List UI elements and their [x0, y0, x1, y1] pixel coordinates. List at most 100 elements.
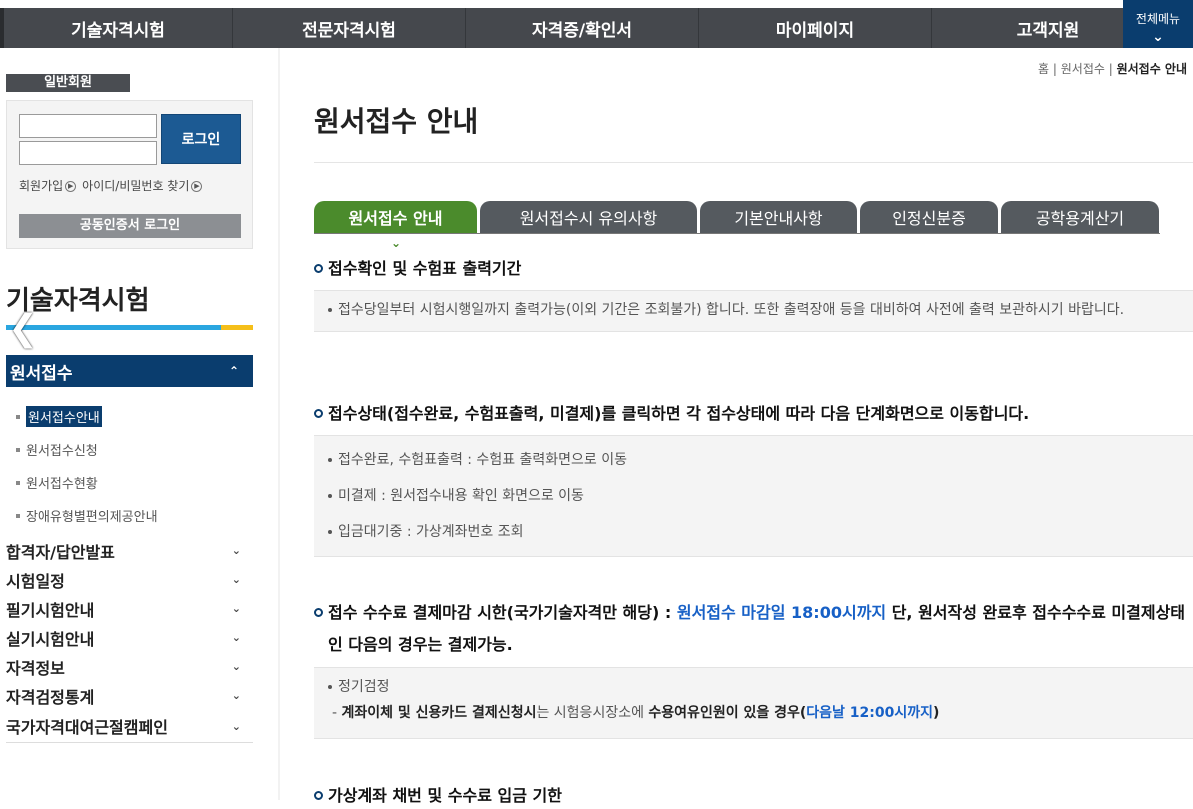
submenu-item-application-guide[interactable]: 원서접수안내: [16, 400, 158, 433]
top-navigation: 기술자격시험 전문자격시험 자격증/확인서 마이페이지 고객지원 전체메뉴 ⌄: [0, 0, 1193, 48]
list-item: 입금대기중 : 가상계좌번호 조회: [328, 514, 1179, 550]
signup-label: 회원가입: [19, 179, 64, 193]
tab-pointer-icon: ⌄: [391, 236, 402, 250]
sidebar-item-label: 원서접수: [10, 363, 73, 384]
circle-bullet-icon: [314, 409, 323, 418]
list-subitem: - 계좌이체 및 신용카드 결제신청시는 시험응시장소에 수용여유인원이 있을 …: [328, 702, 1179, 728]
tab-id-card[interactable]: 인정신분증: [860, 201, 998, 233]
find-account-link[interactable]: 아이디/비밀번호 찾기 ▶: [82, 177, 203, 194]
sidebar-item-schedule[interactable]: 시험일정 ⌄: [6, 565, 253, 594]
arrow-right-icon: ▶: [65, 181, 77, 192]
breadcrumb-home[interactable]: 홈: [1038, 62, 1049, 76]
divider: [314, 162, 1193, 163]
chevron-up-icon: ⌃: [228, 364, 239, 378]
sidebar-item-written-exam[interactable]: 필기시험안내 ⌄: [6, 594, 253, 623]
sidebar-menu-list: 합격자/답안발표 ⌄ 시험일정 ⌄ 필기시험안내 ⌄ 실기시험안내 ⌄ 자격정보 ⌄ 자격…: [6, 536, 253, 743]
text-part: ): [932, 705, 940, 721]
list-item-text: 정기검정: [338, 679, 390, 695]
sidebar-item-label: 필기시험안내: [6, 600, 95, 620]
sidebar-item-label: 자격정보: [6, 658, 65, 678]
submenu-item-application-status[interactable]: 원서접수현황: [16, 466, 158, 499]
back-arrow-icon[interactable]: ❮: [8, 311, 38, 352]
list-item: 미결제 : 원서접수내용 확인 화면으로 이동: [328, 478, 1179, 514]
chevron-down-icon: ⌄: [231, 573, 241, 586]
nav-technical-exam[interactable]: 기술자격시험: [0, 8, 233, 48]
section-body: 접수완료, 수험표출력 : 수험표 출력화면으로 이동 미결제 : 원서접수내용…: [314, 435, 1193, 557]
member-tab[interactable]: 일반회원: [6, 74, 130, 92]
chevron-down-icon: ⌄: [231, 660, 241, 673]
signup-link[interactable]: 회원가입 ▶: [19, 177, 77, 194]
dot-icon: [328, 494, 332, 498]
section-virtual-account: 가상계좌 채번 및 수수료 입금 기한: [314, 782, 1193, 809]
sidebar-item-results[interactable]: 합격자/답안발표 ⌄: [6, 536, 253, 565]
user-id-input[interactable]: [19, 114, 157, 138]
login-links: 회원가입 ▶ 아이디/비밀번호 찾기 ▶: [19, 177, 203, 194]
breadcrumb: 홈 | 원서접수 | 원서접수 안내: [1038, 62, 1187, 76]
list-item-text: 접수당일부터 시험시행일까지 출력가능(이외 기간은 조회불가) 합니다. 또한…: [338, 302, 1125, 318]
section-payment-deadline: 접수 수수료 결제마감 시한(국가기술자격만 해당) : 원서접수 마감일 18…: [314, 597, 1193, 739]
chevron-down-icon: ⌄: [231, 602, 241, 615]
password-input[interactable]: [19, 141, 157, 165]
section-heading: 접수확인 및 수험표 출력기간: [314, 255, 1193, 282]
time-highlight: 다음날 12:00시까지: [806, 705, 933, 721]
chevron-down-icon: ⌄: [1152, 28, 1164, 45]
sidebar-item-label: 합격자/답안발표: [6, 542, 115, 562]
sidebar-item-label: 국가자격대여근절캠페인: [6, 718, 168, 737]
circle-bullet-icon: [314, 264, 323, 273]
sidebar-item-application[interactable]: 원서접수 ⌃: [6, 355, 253, 387]
tab-application-notes[interactable]: 원서접수시 유의사항: [480, 201, 697, 233]
tab-basic-info[interactable]: 기본안내사항: [700, 201, 857, 233]
circle-bullet-icon: [314, 608, 323, 617]
bullet-icon: [16, 480, 20, 485]
text-part: 수용여유인원이 있을 경우(: [648, 705, 807, 721]
section-status-click: 접수상태(접수완료, 수험표출력, 미결제)를 클릭하면 각 접수상태에 따라 …: [314, 400, 1193, 557]
section-heading: 접수 수수료 결제마감 시한(국가기술자격만 해당) : 원서접수 마감일 18…: [314, 597, 1193, 661]
submenu-item-disability-support[interactable]: 장애유형별편의제공안내: [16, 499, 158, 532]
text-part: -: [332, 705, 342, 721]
sidebar-item-statistics[interactable]: 자격검정통계 ⌄: [6, 681, 253, 710]
all-menu-button[interactable]: 전체메뉴 ⌄: [1123, 0, 1193, 48]
bullet-icon: [16, 414, 20, 419]
nav-mypage[interactable]: 마이페이지: [699, 8, 932, 48]
login-box: 로그인 회원가입 ▶ 아이디/비밀번호 찾기 ▶ 공동인증서 로그인: [6, 100, 253, 249]
section-body: 정기검정 - 계좌이체 및 신용카드 결제신청시는 시험응시장소에 수용여유인원…: [314, 667, 1193, 739]
tab-calculator[interactable]: 공학용계산기: [1001, 201, 1159, 233]
heading-part: 접수 수수료 결제마감 시한(국가기술자격만 해당) :: [328, 603, 677, 622]
section-heading-text: 접수확인 및 수험표 출력기간: [328, 259, 522, 278]
bullet-icon: [16, 513, 20, 518]
breadcrumb-current: 원서접수 안내: [1116, 62, 1187, 76]
list-item: 접수당일부터 시험시행일까지 출력가능(이외 기간은 조회불가) 합니다. 또한…: [328, 299, 1179, 321]
chevron-down-icon: ⌄: [231, 544, 241, 557]
text-part: 계좌이체 및 신용카드 결제신청시: [341, 705, 537, 721]
submenu-label: 원서접수신청: [26, 444, 98, 459]
nav-professional-exam[interactable]: 전문자격시험: [233, 8, 466, 48]
sidebar-item-label: 시험일정: [6, 571, 65, 591]
dot-icon: [328, 530, 332, 534]
dot-icon: [328, 685, 332, 689]
list-item: 접수완료, 수험표출력 : 수험표 출력화면으로 이동: [328, 442, 1179, 478]
list-item-text: 접수완료, 수험표출력 : 수험표 출력화면으로 이동: [338, 452, 628, 468]
login-button[interactable]: 로그인: [161, 114, 241, 164]
page-title: 원서접수 안내: [314, 105, 479, 138]
all-menu-label: 전체메뉴: [1135, 11, 1181, 26]
submenu-item-application-request[interactable]: 원서접수신청: [16, 433, 158, 466]
sidebar-item-qualification-info[interactable]: 자격정보 ⌄: [6, 652, 253, 681]
text-part: 는 시험응시장소에: [536, 705, 649, 721]
sidebar-item-campaign[interactable]: 국가자격대여근절캠페인 ⌄: [6, 710, 253, 743]
sidebar-item-practical-exam[interactable]: 실기시험안내 ⌄: [6, 623, 253, 652]
tab-application-guide[interactable]: 원서접수 안내: [314, 201, 477, 233]
submenu-label: 원서접수안내: [26, 406, 102, 427]
nav-certificate[interactable]: 자격증/확인서: [466, 8, 699, 48]
breadcrumb-application[interactable]: 원서접수: [1061, 62, 1105, 76]
sidebar-item-label: 실기시험안내: [6, 629, 95, 649]
dot-icon: [328, 458, 332, 462]
section-heading-text: 접수상태(접수완료, 수험표출력, 미결제)를 클릭하면 각 접수상태에 따라 …: [328, 404, 1030, 423]
section-heading-text: 접수 수수료 결제마감 시한(국가기술자격만 해당) : 원서접수 마감일 18…: [328, 597, 1193, 661]
sidebar: 일반회원 로그인 회원가입 ▶ 아이디/비밀번호 찾기 ▶ 공동인증서 로그인 기술…: [0, 48, 280, 800]
list-item-text: 미결제 : 원서접수내용 확인 화면으로 이동: [338, 488, 584, 504]
content-tabs: 원서접수 안내 원서접수시 유의사항 기본안내사항 인정신분증 공학용계산기: [314, 201, 1162, 233]
certificate-login-button[interactable]: 공동인증서 로그인: [19, 214, 241, 238]
chevron-down-icon: ⌄: [231, 719, 241, 733]
find-account-label: 아이디/비밀번호 찾기: [82, 179, 190, 193]
arrow-right-icon: ▶: [191, 181, 203, 192]
